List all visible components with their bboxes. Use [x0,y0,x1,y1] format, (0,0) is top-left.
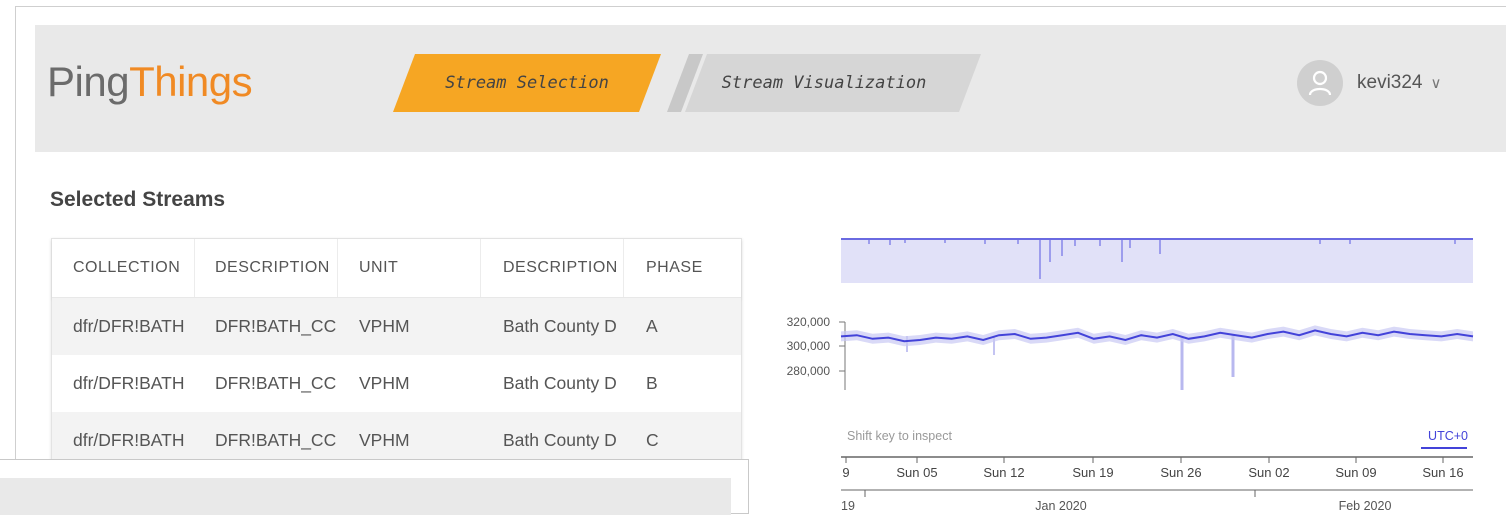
panel-header [0,478,731,515]
minimap-overview[interactable] [841,238,1473,283]
stream-chart: 320,000 300,000 280,000 Shift key to ins… [787,238,1474,513]
x-tick-label: Sun 26 [1160,465,1201,480]
month-tick-label: 19 [841,499,855,513]
x-tick-label: Sun 16 [1422,465,1463,480]
x-tick-label: Sun 19 [1072,465,1113,480]
main-plot[interactable] [840,325,1474,390]
x-tick-label: Sun 09 [1335,465,1376,480]
overlapping-panel [0,459,749,515]
x-axis: 9 Sun 05 Sun 12 Sun 19 Sun 26 Sun 02 Sun 09 Sun… [841,456,1473,513]
inspect-hint: Shift key to inspect [847,429,952,443]
month-tick-label: Feb 2020 [1339,499,1392,513]
x-tick-label: Sun 05 [896,465,937,480]
y-tick-label: 320,000 [787,315,831,329]
x-tick-label: Sun 12 [983,465,1024,480]
y-axis: 320,000 300,000 280,000 [787,315,846,390]
month-tick-label: Jan 2020 [1035,499,1086,513]
timezone-toggle[interactable]: UTC+0 [1428,429,1468,443]
x-tick-label: Sun 02 [1248,465,1289,480]
x-tick-label: 9 [842,465,849,480]
y-tick-label: 280,000 [787,364,831,378]
minimap-window[interactable] [841,238,1473,283]
y-tick-label: 300,000 [787,339,831,353]
